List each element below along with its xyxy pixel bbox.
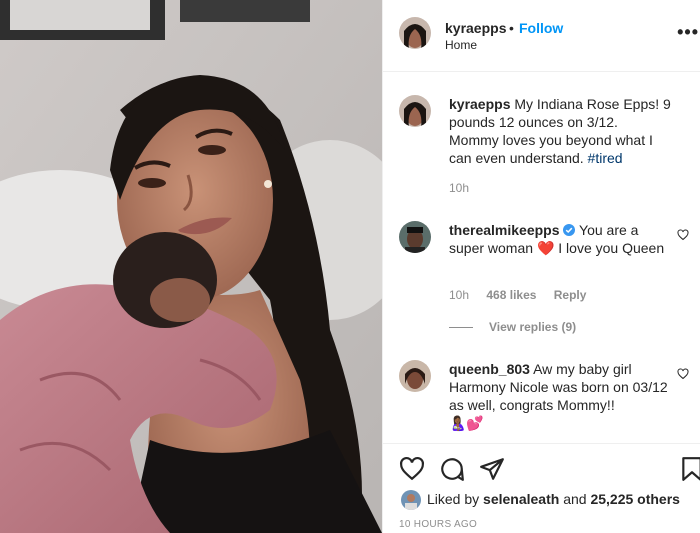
comment-avatar[interactable] xyxy=(399,221,431,253)
caption-hashtag[interactable]: #tired xyxy=(588,150,623,166)
comment-body-2: I love you Queen xyxy=(558,240,665,256)
comment-like-icon[interactable] xyxy=(677,368,689,380)
red-heart-emoji: ❤️ xyxy=(536,240,555,256)
verified-badge-icon xyxy=(563,224,576,236)
photo-illustration xyxy=(0,0,382,533)
post-header: kyraepps • Follow Home ••• xyxy=(383,0,700,72)
view-replies-label: View replies (9) xyxy=(489,320,577,334)
liked-by-prefix: Liked by xyxy=(427,491,480,507)
header-separator: • xyxy=(509,20,514,36)
comment-icon[interactable] xyxy=(439,456,465,482)
save-icon[interactable] xyxy=(679,456,700,482)
comment-meta: 10h 468 likes Reply xyxy=(449,288,586,302)
share-icon[interactable] xyxy=(479,456,505,482)
more-options-icon[interactable]: ••• xyxy=(677,22,699,43)
post-location[interactable]: Home xyxy=(445,38,477,52)
post-timestamp[interactable]: 10 HOURS AGO xyxy=(399,519,477,530)
reply-button[interactable]: Reply xyxy=(554,288,587,302)
view-replies-button[interactable]: View replies (9) xyxy=(449,320,576,334)
comment-text: therealmikeepps You are a super woman ❤️… xyxy=(449,221,671,257)
caption-username[interactable]: kyraepps xyxy=(449,96,510,112)
comments-list[interactable]: kyraepps My Indiana Rose Epps! 9 pounds … xyxy=(383,73,700,443)
comment-text: queenb_803 Aw my baby girl Harmony Nicol… xyxy=(449,360,671,432)
caption-timestamp[interactable]: 10h xyxy=(449,181,469,195)
comment-username[interactable]: therealmikeepps xyxy=(449,222,560,238)
comment-username[interactable]: queenb_803 xyxy=(449,361,530,377)
author-username[interactable]: kyraepps xyxy=(445,20,506,36)
comment-emojis: 🤱🏾💕 xyxy=(449,415,484,431)
comment-avatar[interactable] xyxy=(399,360,431,392)
view-replies-line xyxy=(449,327,473,329)
liked-by-avatar[interactable] xyxy=(401,490,421,510)
likes-count-button[interactable]: 25,225 others xyxy=(590,491,680,507)
comment-time[interactable]: 10h xyxy=(449,288,469,302)
author-avatar[interactable] xyxy=(399,17,431,49)
comment-likes[interactable]: 468 likes xyxy=(486,288,536,302)
caption-avatar[interactable] xyxy=(399,95,431,127)
caption-text: kyraepps My Indiana Rose Epps! 9 pounds … xyxy=(449,95,671,167)
post-details-panel: kyraepps • Follow Home ••• kyraepps My I… xyxy=(382,0,700,533)
comment-like-icon[interactable] xyxy=(677,229,689,241)
liked-by-text: Liked by selenaleath and 25,225 others xyxy=(427,491,680,507)
caption-time: 10h xyxy=(449,181,469,195)
follow-button[interactable]: Follow xyxy=(519,20,563,36)
post-photo[interactable] xyxy=(0,0,382,533)
liked-by-and: and xyxy=(563,491,587,507)
liked-by-username[interactable]: selenaleath xyxy=(483,491,559,507)
heart-icon[interactable] xyxy=(399,456,425,482)
